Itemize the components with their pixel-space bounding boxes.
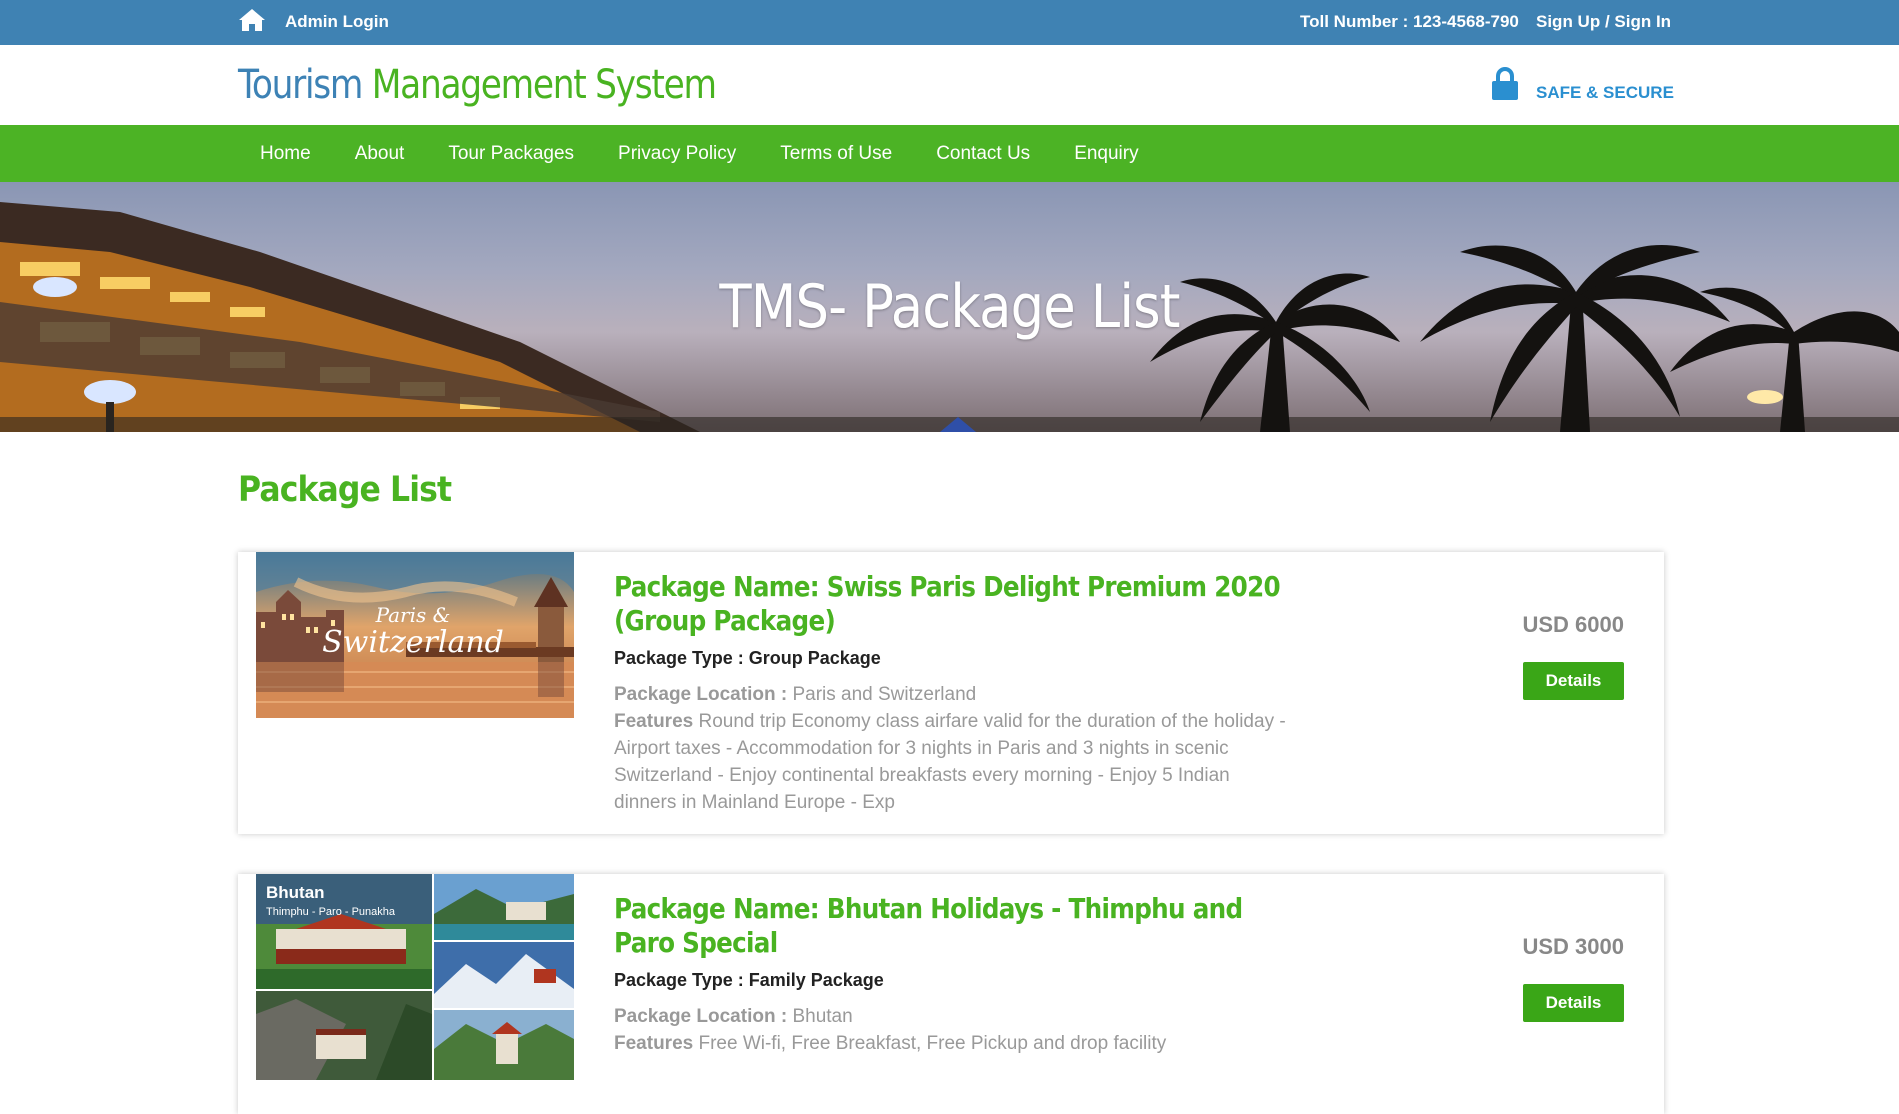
home-icon[interactable] — [238, 8, 266, 32]
nav-item-terms-of-use[interactable]: Terms of Use — [758, 125, 914, 182]
banner-title: TMS- Package List — [719, 272, 1180, 342]
nav-item-home[interactable]: Home — [238, 125, 333, 182]
package-name[interactable]: Package Name: Swiss Paris Delight Premiu… — [614, 570, 1300, 638]
package-type: Package Type : Family Package — [614, 970, 884, 990]
image-caption-line1: Paris & — [375, 603, 451, 627]
image-caption-line1: Bhutan — [266, 883, 325, 902]
package-location-value: Paris and Switzerland — [792, 684, 977, 705]
package-price: USD 6000 — [1522, 612, 1624, 637]
package-features: Features Free Wi-fi, Free Breakfast, Fre… — [614, 1030, 1294, 1057]
nav-item-enquiry[interactable]: Enquiry — [1052, 125, 1160, 182]
page-banner: TMS- Package List — [0, 182, 1899, 432]
package-location-value: Bhutan — [792, 1006, 853, 1027]
nav-item-about[interactable]: About — [333, 125, 427, 182]
site-header: Tourism Management System SAFE & SECURE — [0, 45, 1899, 125]
nav-item-tour-packages[interactable]: Tour Packages — [426, 125, 596, 182]
nav-item-privacy-policy[interactable]: Privacy Policy — [596, 125, 758, 182]
nav-item-contact-us[interactable]: Contact Us — [914, 125, 1052, 182]
admin-login-link[interactable]: Admin Login — [285, 12, 389, 32]
package-info: Package Name: Bhutan Holidays - Thimphu … — [614, 892, 1294, 1057]
package-type: Package Type : Group Package — [614, 648, 881, 668]
package-location: Package Location : Bhutan — [614, 1003, 1294, 1030]
image-caption-line2: Thimphu - Paro - Punakha — [266, 906, 396, 918]
top-bar: Admin Login Toll Number : 123-4568-790 S… — [0, 0, 1899, 45]
image-caption-line2: Switzerland — [322, 625, 504, 660]
package-name[interactable]: Package Name: Bhutan Holidays - Thimphu … — [614, 892, 1300, 960]
package-features-value: Round trip Economy class airfare valid f… — [614, 711, 1286, 813]
brand-word-management: Management System — [371, 62, 717, 108]
details-button[interactable]: Details — [1523, 662, 1624, 700]
paris-switzerland-image: Paris & Switzerland — [256, 552, 574, 718]
signup-signin-link[interactable]: Sign Up / Sign In — [1536, 12, 1671, 32]
package-info: Package Name: Swiss Paris Delight Premiu… — [614, 570, 1294, 816]
bhutan-image: Bhutan Thimphu - Paro - Punakha — [256, 874, 574, 1080]
package-features-label: Features — [614, 1033, 694, 1054]
package-location-label: Package Location : — [614, 1006, 788, 1027]
package-card: Paris & Switzerland Package Name: Swiss … — [238, 552, 1664, 834]
lock-icon — [1492, 67, 1518, 100]
package-features-label: Features — [614, 711, 694, 732]
package-image[interactable]: Bhutan Thimphu - Paro - Punakha — [256, 874, 574, 1080]
package-location: Package Location : Paris and Switzerland — [614, 681, 1294, 708]
package-features: Features Round trip Economy class airfar… — [614, 708, 1294, 816]
package-location-label: Package Location : — [614, 684, 788, 705]
safe-secure-label: SAFE & SECURE — [1536, 83, 1674, 102]
brand-word-tourism: Tourism — [238, 62, 363, 108]
details-button[interactable]: Details — [1523, 984, 1624, 1022]
package-image[interactable]: Paris & Switzerland — [256, 552, 574, 718]
package-features-value: Free Wi-fi, Free Breakfast, Free Pickup … — [698, 1033, 1167, 1054]
toll-number: Toll Number : 123-4568-790 — [1300, 12, 1519, 31]
site-logo[interactable]: Tourism Management System — [238, 62, 717, 108]
package-price: USD 3000 — [1522, 934, 1624, 959]
section-title: Package List — [238, 470, 452, 510]
package-card: Bhutan Thimphu - Paro - Punakha Package — [238, 874, 1664, 1114]
main-nav: Home About Tour Packages Privacy Policy … — [0, 125, 1899, 182]
